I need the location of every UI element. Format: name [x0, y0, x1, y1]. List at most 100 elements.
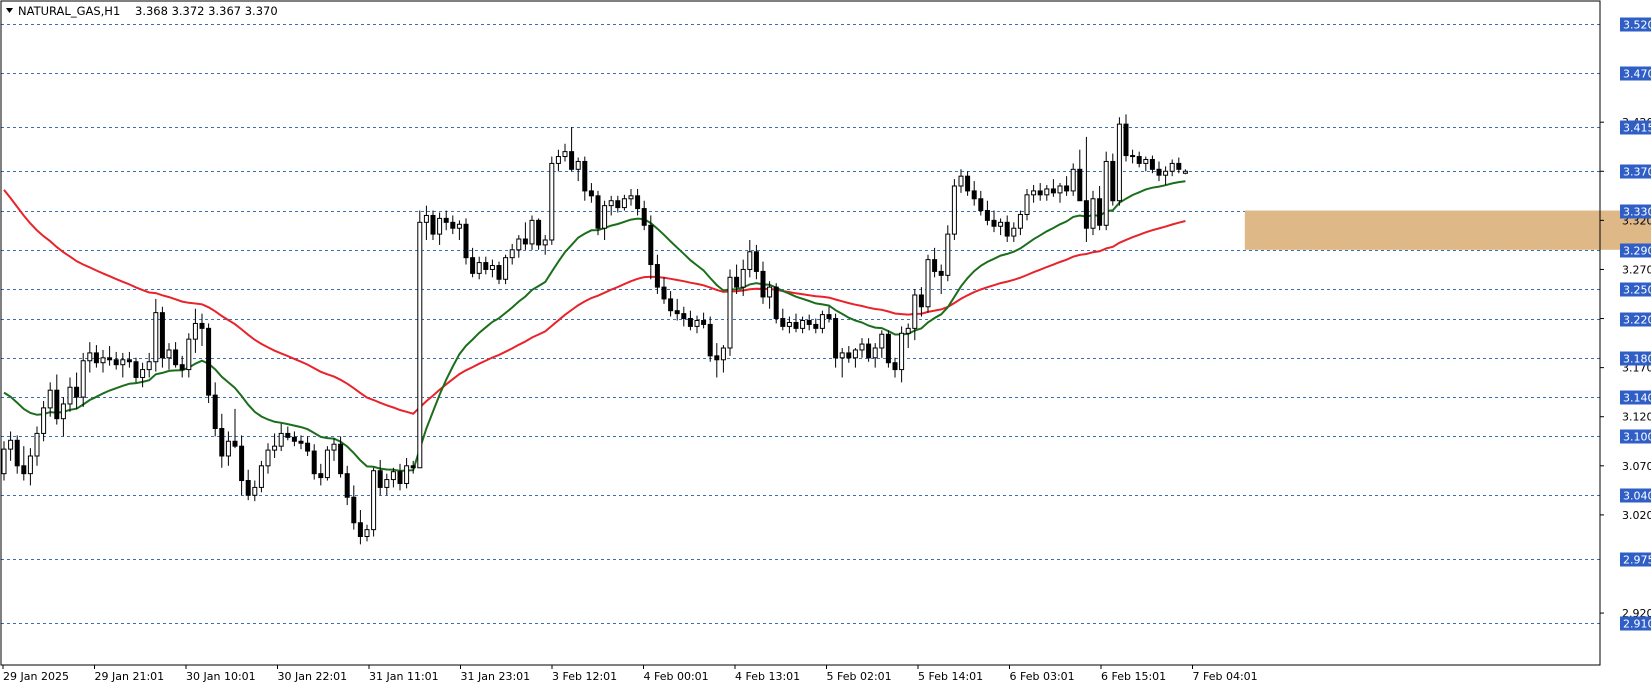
level-label: 2.910: [1623, 618, 1651, 631]
candle-body: [575, 160, 581, 170]
candle-body: [780, 318, 786, 327]
candle-body: [423, 214, 429, 223]
y-tick-label: 3.120: [1622, 411, 1651, 424]
candle-body: [192, 322, 198, 340]
candle-body: [364, 529, 370, 537]
candle-body: [899, 332, 905, 371]
candle-body: [641, 208, 647, 226]
candle-body: [100, 357, 106, 364]
ohlc-readout: 3.368 3.372 3.367 3.370: [135, 4, 278, 18]
candle-body: [34, 432, 40, 457]
candle-body: [971, 190, 977, 200]
candle-body: [318, 473, 324, 479]
candle-body: [8, 439, 14, 450]
candle-body: [390, 471, 396, 481]
candle-body: [27, 455, 33, 475]
candle-body: [1044, 188, 1050, 196]
level-label: 3.470: [1623, 68, 1651, 81]
candle-body: [489, 265, 495, 270]
candle-body: [1143, 158, 1149, 164]
candle-body: [621, 198, 627, 209]
candle-body: [1103, 160, 1109, 226]
candle-body: [938, 270, 944, 276]
level-label: 3.040: [1623, 490, 1651, 503]
candle-body: [450, 221, 456, 229]
candle-body: [1031, 190, 1037, 196]
candle: [1110, 153, 1116, 206]
candle-body: [173, 349, 179, 366]
candle-body: [727, 276, 733, 349]
candle-body: [1182, 170, 1188, 174]
x-tick-label: 5 Feb 14:01: [918, 670, 983, 683]
candle-body: [522, 238, 528, 245]
candle-body: [258, 465, 264, 488]
candle: [1116, 117, 1122, 206]
candle-body: [905, 327, 911, 334]
candle-body: [555, 156, 561, 164]
candle-body: [773, 286, 779, 320]
candle-body: [272, 445, 278, 451]
candle-body: [113, 359, 119, 366]
candle-body: [41, 407, 47, 434]
chart-header[interactable]: NATURAL_GAS,H1 3.368 3.372 3.367 3.370: [6, 4, 278, 18]
candle-body: [951, 185, 957, 235]
candle-body: [324, 449, 330, 479]
candle-body: [437, 217, 443, 235]
candle-body: [344, 473, 350, 498]
candle-body: [476, 262, 482, 274]
candle-body: [166, 349, 172, 359]
candle-body: [668, 298, 674, 312]
candle-body: [516, 238, 522, 251]
candle-body: [443, 217, 449, 223]
candle-body: [1083, 200, 1089, 229]
candle-body: [536, 219, 542, 246]
symbol-label: NATURAL_GAS,H1: [18, 4, 120, 18]
candle-body: [278, 432, 284, 447]
candle-body: [463, 223, 469, 259]
x-tick-label: 31 Jan 23:01: [461, 670, 531, 683]
candle-body: [681, 313, 687, 320]
candle-body: [925, 259, 931, 308]
candle-body: [1064, 185, 1070, 192]
candle-body: [74, 386, 80, 398]
candle-body: [252, 486, 258, 496]
level-label: 3.330: [1623, 206, 1651, 219]
level-label: 3.370: [1623, 166, 1651, 179]
candle-body: [404, 465, 410, 484]
x-tick-label: 7 Feb 04:01: [1193, 670, 1258, 683]
candle: [536, 218, 542, 250]
candle-body: [371, 470, 377, 531]
y-tick-label: 3.020: [1622, 509, 1651, 522]
level-label: 3.140: [1623, 392, 1651, 405]
candle-body: [747, 251, 753, 270]
candle-body: [602, 205, 608, 229]
candle-body: [80, 360, 86, 398]
candle-body: [1037, 190, 1043, 196]
candle: [925, 254, 931, 313]
candle: [549, 156, 555, 245]
candle-body: [140, 369, 146, 378]
x-tick-label: 29 Jan 2025: [3, 670, 69, 683]
x-tick-label: 4 Feb 00:01: [644, 670, 709, 683]
candle-body: [687, 318, 693, 327]
level-label: 3.415: [1623, 122, 1651, 135]
candle-body: [542, 239, 548, 246]
candle-body: [239, 445, 245, 482]
y-tick-label: 3.270: [1622, 263, 1651, 276]
chart: 3.4203.3703.3203.2703.2203.1703.1203.070…: [0, 0, 1651, 691]
zone-layer: [1244, 210, 1651, 250]
candle-body: [707, 323, 713, 357]
candle-body: [740, 268, 746, 288]
candle-body: [1149, 158, 1155, 170]
candle-body: [107, 357, 113, 361]
candle-body: [879, 333, 885, 349]
candle: [417, 210, 423, 469]
candle-body: [674, 310, 680, 315]
x-tick-label: 6 Feb 03:01: [1010, 670, 1075, 683]
candle-body: [60, 403, 66, 420]
candle-body: [1176, 162, 1182, 170]
candle-body: [958, 175, 964, 187]
candle-body: [87, 352, 93, 362]
x-tick-label: 5 Feb 02:01: [827, 670, 892, 683]
candle-body: [456, 223, 462, 229]
